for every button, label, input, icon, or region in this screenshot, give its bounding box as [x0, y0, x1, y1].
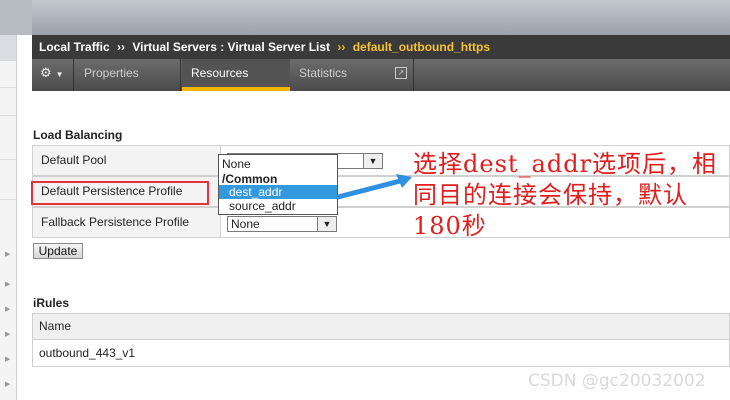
default-pool-label: Default Pool: [33, 146, 221, 175]
chevron-right-icon[interactable]: ▶: [5, 380, 10, 388]
table-row[interactable]: outbound_443_v1: [33, 340, 729, 367]
dropdown-group-common: /Common: [222, 172, 278, 186]
load-balancing-title: Load Balancing: [33, 128, 123, 142]
tab-gear-menu[interactable]: ⚙ ▼: [32, 59, 74, 91]
header-left-block: [0, 0, 32, 35]
breadcrumb-separator: ››: [117, 40, 126, 54]
left-nav-item[interactable]: [0, 173, 16, 200]
watermark: CSDN @gc20032002: [528, 371, 706, 391]
left-nav-item[interactable]: [0, 61, 16, 88]
breadcrumb-current: default_outbound_https: [352, 40, 491, 54]
chevron-right-icon[interactable]: ▶: [5, 250, 10, 258]
fallback-persistence-label: Fallback Persistence Profile: [33, 208, 221, 237]
left-nav-item[interactable]: [0, 133, 16, 160]
left-nav-item[interactable]: [0, 89, 16, 116]
fallback-persistence-selected: None: [231, 217, 260, 231]
annotation-arrow: [336, 174, 412, 200]
chevron-down-icon: ▼: [363, 154, 382, 168]
irules-title: iRules: [33, 296, 70, 310]
tab-statistics[interactable]: Statistics ↗: [290, 59, 414, 91]
left-nav-header: [0, 35, 16, 61]
external-link-icon[interactable]: ↗: [395, 67, 407, 79]
chevron-right-icon[interactable]: ▶: [5, 330, 10, 338]
dropdown-option-none[interactable]: None: [219, 157, 337, 171]
annotation-highlight-box: [31, 181, 209, 205]
update-button[interactable]: Update: [33, 243, 83, 259]
irules-table: Name outbound_443_v1: [32, 313, 730, 367]
chevron-down-icon: ▼: [317, 217, 336, 231]
app-header-strip: [0, 0, 730, 35]
tab-bar: ⚙ ▼ Properties Resources Statistics ↗: [32, 59, 730, 91]
left-navigation: ▶ ▶ ▶ ▶ ▶ ▶: [0, 35, 17, 400]
chevron-down-icon: ▼: [55, 70, 64, 79]
chevron-right-icon[interactable]: ▶: [5, 355, 10, 363]
irules-column-name[interactable]: Name: [33, 314, 729, 340]
annotation-text: 选择dest_addr选项后，相同目的连接会保持，默认180秒: [413, 150, 718, 240]
chevron-right-icon[interactable]: ▶: [5, 280, 10, 288]
dropdown-option-dest-addr[interactable]: dest_addr: [219, 185, 337, 199]
tab-statistics-label: Statistics: [299, 66, 348, 80]
chevron-right-icon[interactable]: ▶: [5, 305, 10, 313]
breadcrumb-local-traffic[interactable]: Local Traffic: [39, 35, 110, 59]
tab-resources[interactable]: Resources: [182, 59, 290, 91]
persistence-dropdown-list[interactable]: None /Common dest_addr source_addr: [218, 154, 338, 215]
fallback-persistence-select[interactable]: None ▼: [227, 216, 337, 232]
breadcrumb-separator: ››: [337, 40, 346, 54]
breadcrumb-virtual-server-list[interactable]: Virtual Servers : Virtual Server List: [132, 35, 330, 59]
breadcrumb: Local Traffic ›› Virtual Servers : Virtu…: [32, 35, 730, 59]
dropdown-option-source-addr[interactable]: source_addr: [219, 199, 337, 213]
tab-properties[interactable]: Properties: [75, 59, 181, 91]
gear-icon: ⚙: [40, 65, 52, 80]
